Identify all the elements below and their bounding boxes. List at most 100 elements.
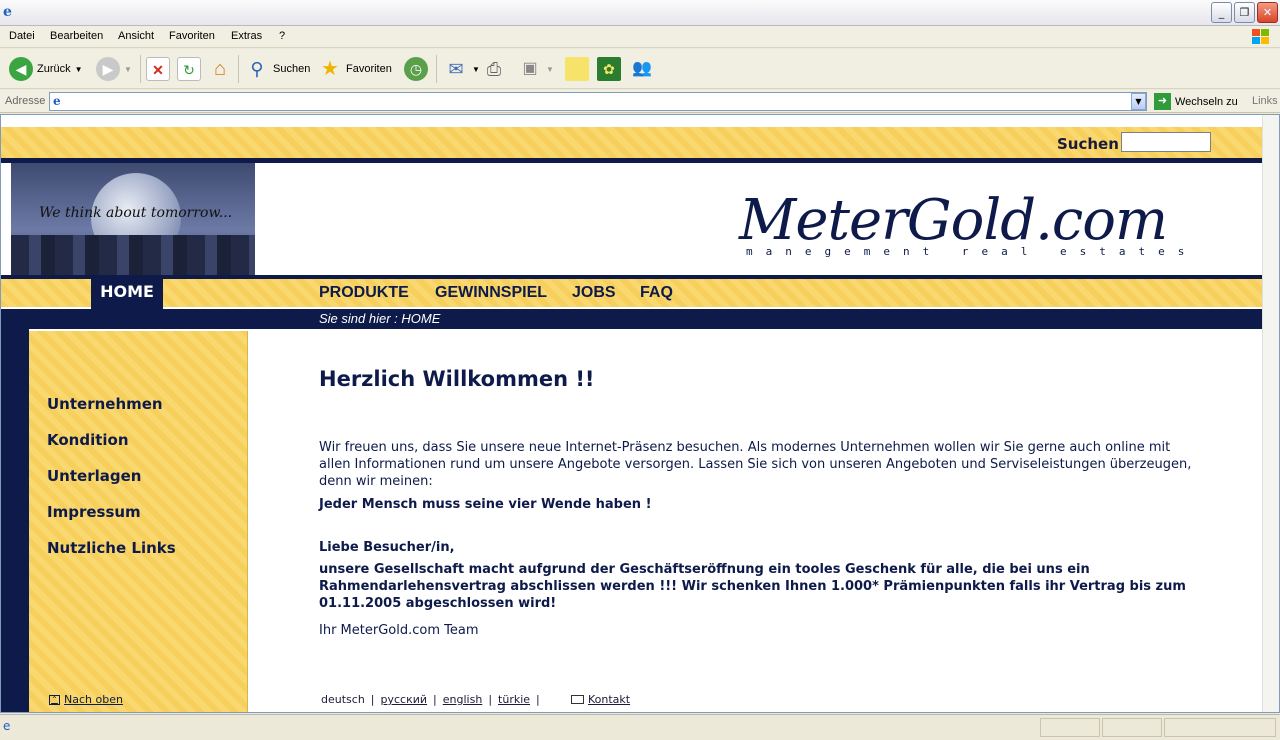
menu-help[interactable]: ?	[279, 30, 285, 42]
arrow-up-icon: ⌃	[49, 694, 60, 705]
print-button[interactable]: ⎙	[482, 56, 506, 82]
left-accent-bar	[1, 329, 29, 712]
forward-arrow-icon: ▶	[96, 57, 120, 81]
chevron-down-icon: ▼	[546, 64, 554, 74]
address-dropdown-button[interactable]: ▼	[1131, 93, 1146, 110]
ie-icon: e	[3, 4, 12, 20]
mail-button[interactable]: ✉ ▼	[444, 56, 480, 82]
menu-favorites[interactable]: Favoriten	[169, 30, 215, 42]
refresh-icon: ↻	[177, 57, 201, 81]
breadcrumb-bar: Sie sind hier : HOME	[1, 309, 1263, 329]
nav-faq[interactable]: FAQ	[640, 284, 673, 302]
search-input[interactable]	[1121, 132, 1211, 152]
toolbar: ◀ Zurück ▼ ▶ ▼ ✕ ↻ ⌂ ⚲ Suchen ★ Favorite…	[0, 49, 1280, 89]
home-icon: ⌂	[213, 58, 227, 80]
contact-link[interactable]: Kontakt	[571, 693, 630, 706]
sidebar: Unternehmen Kondition Unterlagen Impress…	[29, 331, 248, 712]
motto-text: Jeder Mensch muss seine vier Wende haben…	[319, 497, 652, 512]
stop-icon: ✕	[146, 57, 170, 81]
nav-produkte[interactable]: PRODUKTE	[319, 284, 409, 302]
city-skyline-graphic	[11, 235, 255, 275]
windows-logo-icon	[1252, 29, 1269, 44]
address-bar: Adresse e ▼ ➜ Wechseln zu Links	[0, 90, 1280, 113]
page-status-icon: e	[3, 719, 11, 733]
status-cell	[1102, 718, 1162, 737]
magnifier-icon: ⚲	[250, 59, 264, 79]
menu-edit[interactable]: Bearbeiten	[50, 30, 103, 42]
status-bar: e	[0, 714, 1280, 740]
vertical-scrollbar[interactable]	[1262, 115, 1279, 712]
notes-button[interactable]	[565, 56, 589, 82]
sidebar-item-impressum[interactable]: Impressum	[47, 503, 141, 521]
toolbar-separator	[238, 55, 239, 83]
close-button[interactable]: ✕	[1257, 2, 1278, 23]
search-button[interactable]: ⚲ Suchen	[245, 56, 310, 82]
main-nav: HOME PRODUKTE GEWINNSPIEL JOBS FAQ	[1, 279, 1263, 309]
back-arrow-icon: ◀	[9, 57, 33, 81]
back-to-top-link[interactable]: ⌃ Nach oben	[49, 693, 123, 706]
go-button[interactable]: ➜ Wechseln zu	[1154, 93, 1238, 110]
home-button[interactable]: ⌂	[208, 56, 232, 82]
lang-turkish[interactable]: türkie	[498, 693, 530, 706]
messenger-button[interactable]: 👥	[630, 56, 654, 82]
maximize-button[interactable]: ❐	[1234, 2, 1255, 23]
chevron-down-icon: ▼	[124, 64, 132, 74]
links-label[interactable]: Links	[1252, 95, 1278, 107]
chevron-down-icon: ▼	[472, 64, 480, 74]
nav-gewinnspiel[interactable]: GEWINNSPIEL	[435, 284, 547, 302]
back-button[interactable]: ◀ Zurück ▼	[9, 56, 83, 82]
star-icon: ★	[321, 58, 339, 80]
nav-home[interactable]: HOME	[91, 279, 163, 309]
refresh-button[interactable]: ↻	[177, 56, 201, 82]
announcement-text: unsere Gesellschaft macht aufgrund der G…	[319, 562, 1186, 611]
icq-button[interactable]: ✿	[597, 56, 621, 82]
history-button[interactable]: ◷	[404, 56, 428, 82]
menu-file[interactable]: Datei	[9, 30, 35, 42]
favorites-button[interactable]: ★ Favoriten	[318, 56, 392, 82]
sidebar-item-nutzliche-links[interactable]: Nutzliche Links	[47, 539, 176, 557]
sidebar-item-unterlagen[interactable]: Unterlagen	[47, 467, 141, 485]
note-icon	[565, 57, 589, 81]
status-zone-cell	[1164, 718, 1276, 737]
intro-text: Wir freuen uns, dass Sie unsere neue Int…	[319, 440, 1192, 489]
chevron-down-icon: ▼	[74, 64, 83, 74]
separator: |	[536, 693, 540, 706]
edit-icon: ▣	[522, 60, 538, 77]
envelope-icon	[571, 695, 584, 704]
back-to-top-label: Nach oben	[64, 693, 123, 706]
site-logo-subtitle: manegement real estates	[746, 245, 1198, 258]
mail-icon: ✉	[448, 59, 464, 79]
nav-jobs[interactable]: JOBS	[572, 284, 616, 302]
go-arrow-icon: ➜	[1154, 93, 1171, 110]
address-input[interactable]	[49, 92, 1147, 111]
go-label: Wechseln zu	[1175, 95, 1238, 108]
greeting-text: Liebe Besucher/in,	[319, 540, 455, 555]
history-clock-icon: ◷	[404, 57, 428, 81]
language-switcher: deutsch | русский | english | türkie |	[321, 693, 546, 706]
separator: |	[488, 693, 493, 706]
site-header: We think about tomorrow... MeterGold.com…	[1, 163, 1263, 275]
title-bar: e _ ❐ ✕	[0, 0, 1280, 26]
toolbar-separator	[436, 55, 437, 83]
breadcrumb: Sie sind hier : HOME	[319, 311, 441, 326]
edit-button[interactable]: ▣ ▼	[518, 56, 554, 82]
menu-tools[interactable]: Extras	[231, 30, 262, 42]
page-icon: e	[53, 94, 61, 108]
sidebar-item-unternehmen[interactable]: Unternehmen	[47, 395, 163, 413]
menu-view[interactable]: Ansicht	[118, 30, 154, 42]
page-viewport: Suchen We think about tomorrow... MeterG…	[0, 114, 1280, 713]
minimize-button[interactable]: _	[1211, 2, 1232, 23]
messenger-users-icon: 👥	[632, 60, 652, 77]
sidebar-item-kondition[interactable]: Kondition	[47, 431, 129, 449]
address-label: Adresse	[5, 95, 46, 107]
printer-icon: ⎙	[486, 59, 502, 79]
stop-button[interactable]: ✕	[146, 56, 170, 82]
page-title: Herzlich Willkommen !!	[319, 367, 595, 391]
flower-icon: ✿	[597, 57, 621, 81]
forward-button[interactable]: ▶ ▼	[96, 56, 132, 82]
lang-english[interactable]: english	[443, 693, 483, 706]
menu-bar: Datei Bearbeiten Ansicht Favoriten Extra…	[0, 26, 1280, 48]
lang-russian[interactable]: русский	[381, 693, 428, 706]
search-label: Suchen	[1057, 135, 1119, 153]
lang-deutsch[interactable]: deutsch	[321, 693, 365, 706]
